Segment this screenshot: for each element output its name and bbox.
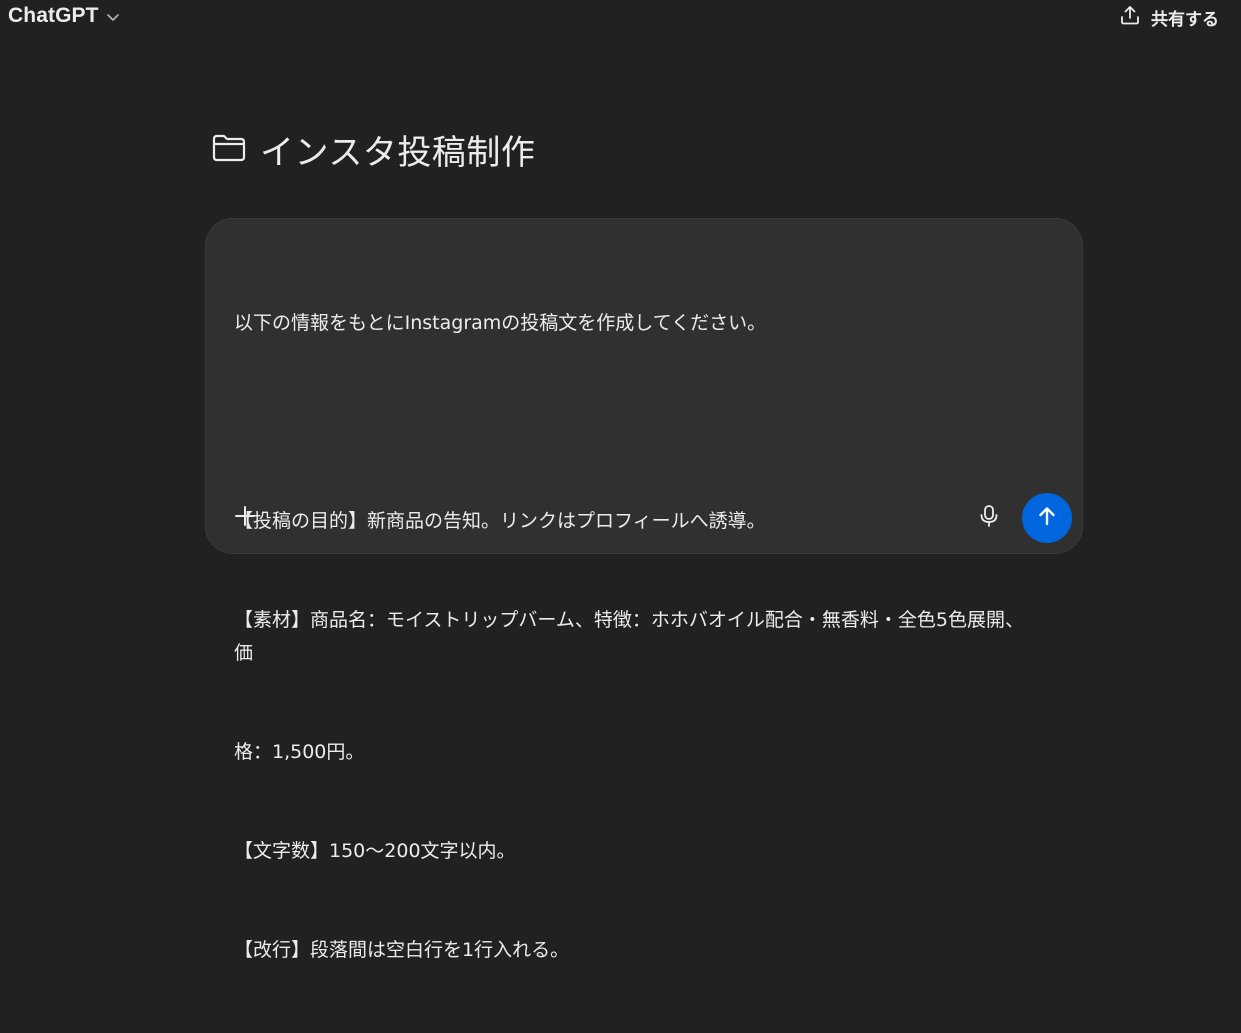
chevron-down-icon (105, 9, 121, 25)
prompt-line (234, 406, 1034, 439)
add-attachment-button[interactable] (230, 503, 260, 533)
dictate-button[interactable] (974, 503, 1004, 533)
project-title-text: インスタ投稿制作 (260, 133, 536, 173)
prompt-line: 【投稿の目的】新商品の告知。リンクはプロフィールへ誘導。 (234, 510, 766, 532)
prompt-composer[interactable]: 以下の情報をもとにInstagramの投稿文を作成してください。 【投稿の目的】… (205, 218, 1083, 961)
folder-icon (210, 129, 248, 171)
prompt-line: 格：1,500円。 (234, 741, 365, 763)
model-switcher[interactable]: ChatGPT (8, 4, 121, 28)
prompt-input[interactable]: 以下の情報をもとにInstagramの投稿文を作成してください。 【投稿の目的】… (234, 241, 1034, 1033)
project-title: インスタ投稿制作 (210, 125, 535, 174)
arrow-up-icon (1035, 504, 1059, 532)
prompt-line: 【改行】段落間は空白行を1行入れる。 (234, 939, 570, 961)
plus-icon (234, 505, 256, 531)
send-button[interactable] (1022, 493, 1072, 543)
model-name: ChatGPT (8, 4, 99, 27)
microphone-icon (978, 504, 1000, 532)
share-button[interactable]: 共有する (1119, 4, 1219, 30)
share-upload-icon (1119, 4, 1141, 30)
prompt-line: 【素材】商品名：モイストリップバーム、特徴：ホホバオイル配合・無香料・全色5色展… (234, 609, 1024, 664)
share-label: 共有する (1151, 9, 1219, 30)
top-bar: ChatGPT 共有する (0, 0, 1241, 36)
prompt-line: 以下の情報をもとにInstagramの投稿文を作成してください。 (234, 312, 767, 334)
prompt-line: 【文字数】150〜200文字以内。 (234, 840, 516, 862)
